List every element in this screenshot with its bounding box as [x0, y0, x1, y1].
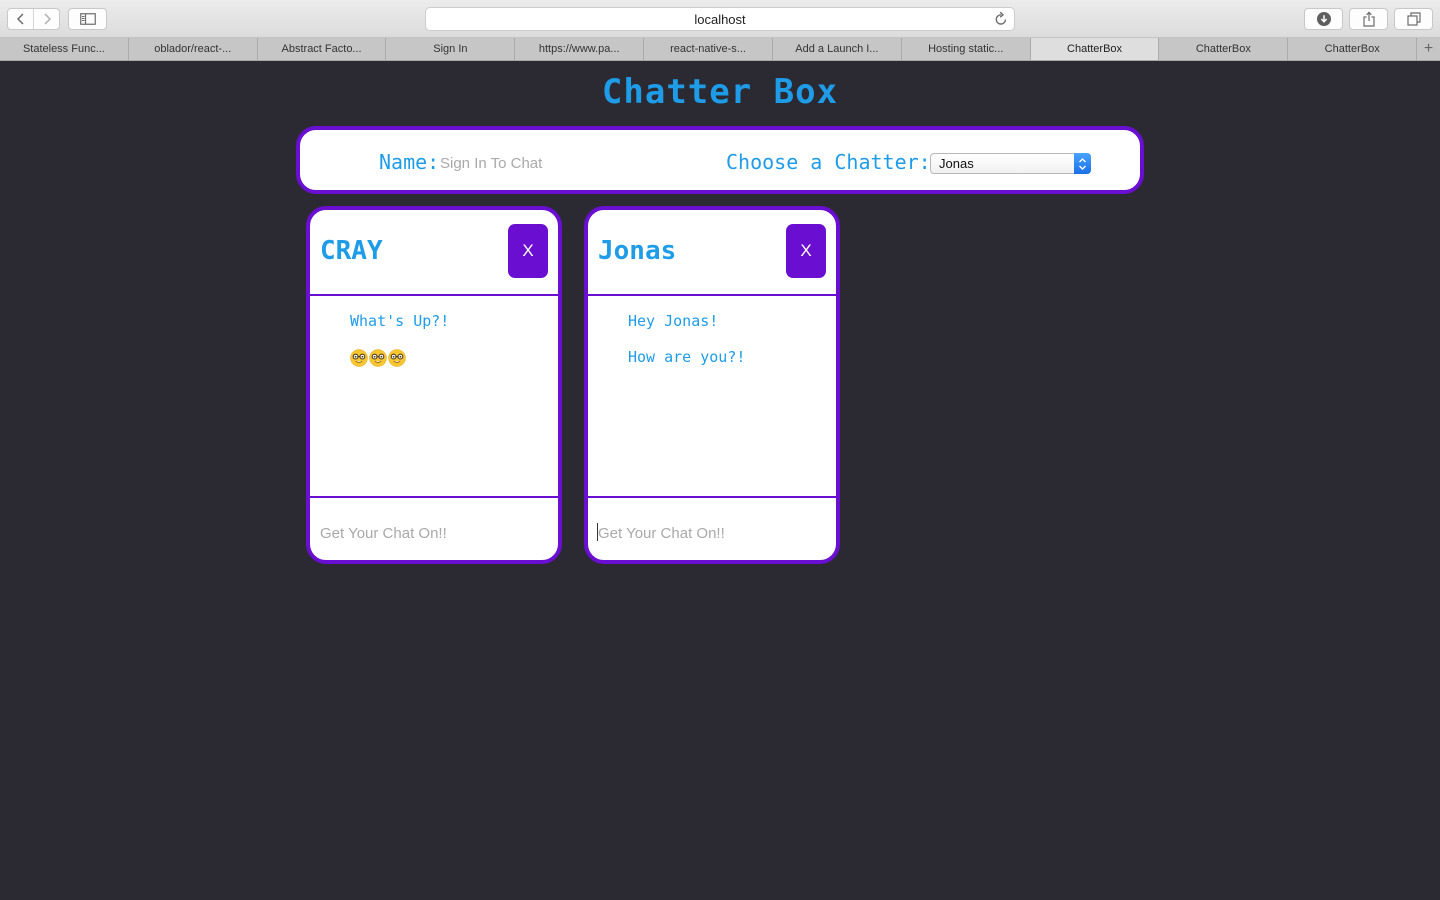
chat-footer	[588, 500, 836, 560]
chat-messages: Hey Jonas! How are you?!	[588, 296, 836, 498]
chat-window-jonas: Jonas X Hey Jonas! How are you?!	[584, 206, 840, 564]
nerd-face-icon	[350, 349, 368, 367]
control-bar: Name: Choose a Chatter: Jonas	[296, 126, 1144, 194]
nav-buttons	[7, 8, 60, 30]
new-tab-button[interactable]: +	[1417, 38, 1440, 60]
tab-bar: Stateless Func... oblador/react-... Abst…	[0, 38, 1440, 61]
chat-header: Jonas X	[588, 210, 836, 296]
emoji-message	[350, 348, 558, 384]
browser-tab-7[interactable]: Add a Launch I...	[773, 38, 902, 60]
tabs-overview-button[interactable]	[1394, 8, 1433, 30]
browser-tab-6[interactable]: react-native-s...	[644, 38, 773, 60]
chat-input[interactable]	[320, 522, 540, 544]
share-icon	[1362, 11, 1375, 27]
share-button[interactable]	[1349, 8, 1388, 30]
chatter-select[interactable]: Jonas	[930, 153, 1091, 174]
address-text: localhost	[694, 11, 746, 27]
browser-tab-3[interactable]: Abstract Facto...	[258, 38, 387, 60]
chat-input[interactable]	[598, 522, 818, 544]
chatter-label: Choose a Chatter:	[726, 150, 931, 174]
close-chat-button[interactable]: X	[786, 224, 826, 278]
chat-message: Hey Jonas!	[628, 312, 719, 330]
select-arrows-icon	[1074, 153, 1091, 174]
chat-message: How are you?!	[628, 348, 746, 366]
nerd-face-icon	[369, 349, 387, 367]
chat-footer	[310, 500, 558, 560]
browser-tab-9-active[interactable]: ChatterBox	[1030, 38, 1160, 60]
chevron-left-icon	[16, 13, 24, 25]
sidebar-button[interactable]	[68, 8, 107, 30]
tabs-overview-icon	[1406, 12, 1421, 26]
browser-tab-1[interactable]: Stateless Func...	[0, 38, 129, 60]
chat-messages: What's Up?!	[310, 296, 558, 498]
chat-header: CRAY X	[310, 210, 558, 296]
chat-message: What's Up?!	[350, 312, 450, 330]
forward-button[interactable]	[33, 9, 59, 29]
browser-tab-11[interactable]: ChatterBox	[1288, 38, 1418, 60]
close-chat-button[interactable]: X	[508, 224, 548, 278]
browser-tab-8[interactable]: Hosting static...	[902, 38, 1031, 60]
chat-title: Jonas	[598, 236, 677, 266]
nerd-face-icon	[388, 349, 406, 367]
name-label: Name:	[379, 150, 440, 174]
page-title: Chatter Box	[601, 72, 839, 112]
address-bar[interactable]: localhost	[425, 7, 1015, 31]
reload-button[interactable]	[994, 11, 1008, 30]
back-button[interactable]	[8, 9, 33, 29]
download-icon	[1316, 12, 1331, 26]
name-input[interactable]	[440, 152, 670, 174]
chevron-right-icon	[43, 13, 51, 25]
browser-tab-5[interactable]: https://www.pa...	[515, 38, 645, 60]
downloads-button[interactable]	[1304, 8, 1343, 30]
chatter-selected-value: Jonas	[939, 156, 974, 171]
sidebar-icon	[79, 13, 96, 25]
browser-tab-4[interactable]: Sign In	[386, 38, 516, 60]
browser-toolbar: localhost	[0, 0, 1440, 38]
browser-tab-10[interactable]: ChatterBox	[1159, 38, 1289, 60]
chat-window-cray: CRAY X What's Up?!	[306, 206, 562, 564]
reload-icon	[995, 11, 1007, 25]
browser-tab-2[interactable]: oblador/react-...	[129, 38, 258, 60]
chat-title: CRAY	[320, 236, 383, 266]
